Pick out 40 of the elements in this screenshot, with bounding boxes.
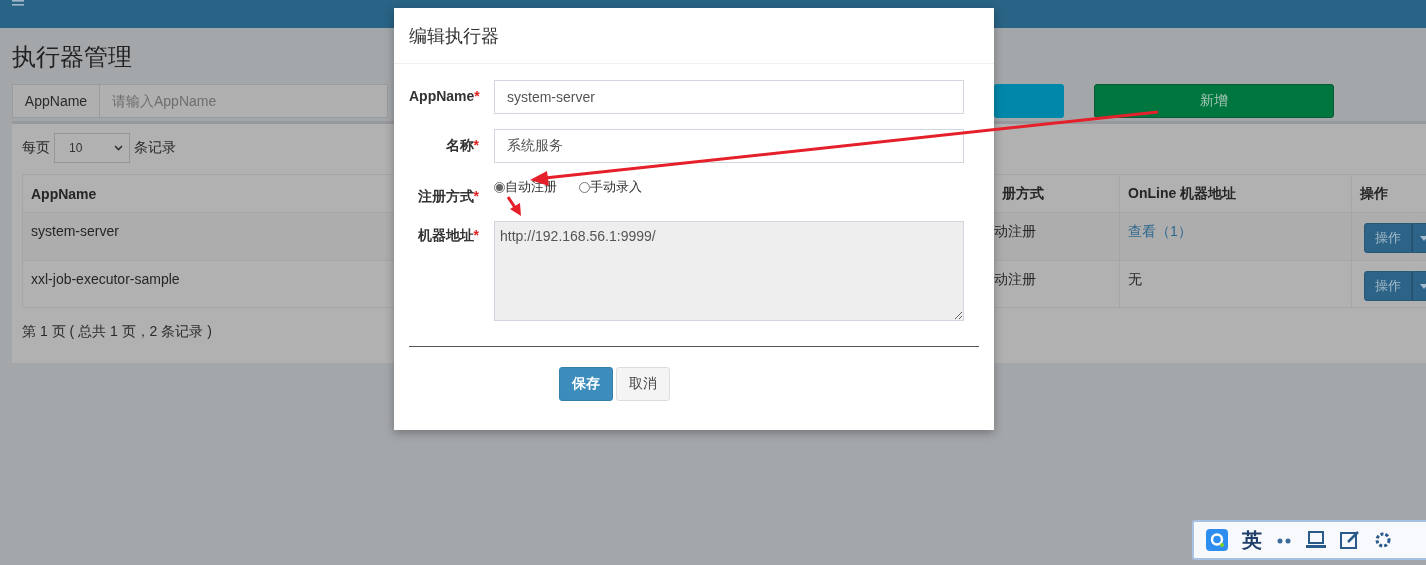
annotation-arrow (506, 196, 521, 216)
field-label: 注册方式* (416, 187, 480, 206)
action-button[interactable]: 操作 (1364, 223, 1412, 253)
radio-button[interactable] (494, 181, 505, 193)
caret-icon (1420, 235, 1426, 241)
radio-option[interactable]: 手动录入 (579, 178, 642, 196)
page-size-label: 每页 (22, 139, 50, 157)
cancel-button[interactable]: 取消 (616, 367, 670, 401)
column-header: OnLine 机器地址 (1128, 184, 1237, 203)
search-input[interactable]: 请输入AppName (100, 84, 388, 118)
table-cell-text: 动注册 (994, 271, 1036, 289)
field-label: 机器地址* (416, 226, 480, 245)
page-title: 执行器管理 (12, 42, 132, 72)
column-header: 操作 (1360, 184, 1388, 203)
edit-icon[interactable] (1340, 530, 1360, 550)
input-label: AppName (12, 84, 100, 118)
page-size-select[interactable]: 10 (54, 133, 130, 163)
text-input[interactable]: 系统服务 (494, 129, 964, 163)
table-cell-text: 动注册 (994, 223, 1036, 241)
column-header: 册方式 (1002, 184, 1044, 203)
save-button[interactable]: 保存 (559, 367, 613, 401)
action-button[interactable]: 操作 (1364, 271, 1412, 301)
input-method-icon[interactable] (1206, 529, 1228, 551)
table-cell-text: system-server (31, 223, 119, 239)
pagination-info: 第 1 页 ( 总共 1 页，2 条记录 ) (22, 323, 213, 341)
page-size-label: 条记录 (134, 139, 176, 157)
field-label: 名称* (444, 136, 480, 155)
caret-icon (1420, 283, 1426, 289)
chevron-down-icon (114, 145, 123, 151)
column-header: AppName (31, 185, 97, 202)
laptop-icon[interactable] (1306, 531, 1326, 549)
field-label: AppName* (409, 87, 481, 104)
table-cell-text: xxl-job-executor-sample (31, 271, 180, 287)
dialog-title: 编辑执行器 (409, 24, 499, 48)
radio-button[interactable] (579, 181, 590, 193)
table-cell-text: 无 (1128, 271, 1142, 289)
menu-icon[interactable] (12, 0, 24, 8)
settings-icon[interactable] (1374, 531, 1392, 549)
text-input[interactable]: system-server (494, 80, 964, 114)
language-toggle[interactable]: 英 (1242, 526, 1262, 554)
